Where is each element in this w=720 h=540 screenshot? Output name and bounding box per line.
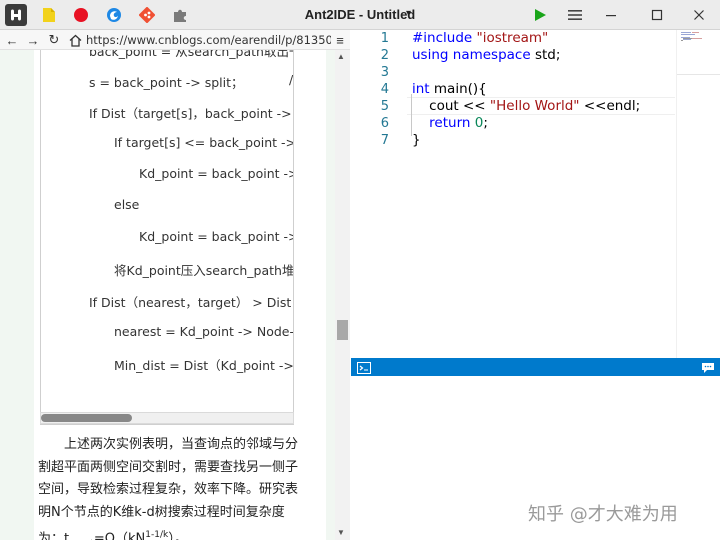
code-line: If target[s] <= back_point -> Nod: [114, 135, 293, 150]
code-comment-mark: /: [289, 72, 294, 87]
code-line: back_point = 从search_path取出一: [89, 50, 294, 59]
line-number: 6: [380, 116, 389, 131]
code-token: int: [412, 81, 434, 97]
code-token: "Hello World": [489, 98, 580, 114]
code-horizontal-scrollbar[interactable]: [40, 412, 294, 424]
minimap[interactable]: [676, 30, 720, 358]
home-icon[interactable]: [66, 31, 84, 49]
title-bar: Ant2IDE - Untitled ▾: [0, 0, 720, 30]
code-token: #include: [412, 30, 477, 46]
complexity-formula: 为：tworst=O（kN1-1/k）。: [38, 524, 300, 540]
code-line[interactable]: return 0;: [412, 115, 488, 131]
formula-suffix: ）。: [168, 531, 188, 540]
play-icon[interactable]: [527, 4, 553, 26]
code-line: Kd_point = back_point -> lef: [139, 229, 293, 244]
code-token: std;: [534, 47, 561, 63]
line-number: 1: [380, 31, 389, 46]
maximize-icon[interactable]: [644, 4, 670, 26]
formula-middle: =O（kN: [93, 531, 146, 540]
puzzle-icon[interactable]: [171, 6, 189, 24]
close-icon[interactable]: [686, 4, 712, 26]
formula-superscript: 1-1/k: [145, 530, 169, 540]
scroll-down-icon[interactable]: ▼: [337, 528, 345, 537]
forward-arrow-icon[interactable]: →: [24, 31, 42, 49]
code-scroll-thumb[interactable]: [41, 414, 132, 422]
code-token: return: [412, 115, 475, 131]
code-token: <<endl;: [579, 98, 641, 114]
minimap-preview: [681, 32, 702, 41]
watermark-text: 知乎 @才大难为用: [528, 504, 678, 525]
line-number: 4: [380, 82, 389, 97]
code-line: nearest = Kd_point -> Node-dat: [114, 324, 294, 339]
record-icon[interactable]: [72, 6, 90, 24]
code-line[interactable]: cout << "Hello World" <<endl;: [412, 98, 640, 114]
line-number: 2: [380, 48, 389, 63]
code-editor[interactable]: 1 2 3 4 5 6 7 #include "iostream" using …: [351, 30, 720, 358]
code-line[interactable]: }: [412, 132, 421, 148]
code-line: If Dist（target[s]，back_point -> Nod: [89, 106, 293, 121]
code-token: "iostream": [476, 30, 549, 46]
git-icon[interactable]: [138, 6, 156, 24]
browser-pane: ← → ↻ https://www.cnblogs.com/earendil/p…: [0, 30, 350, 540]
address-bar: ← → ↻ https://www.cnblogs.com/earendil/p…: [0, 30, 350, 50]
back-arrow-icon[interactable]: ←: [3, 31, 21, 49]
code-line: s = back_point -> split；: [89, 75, 244, 90]
pseudocode-block: back_point = 从search_path取出一 s = back_po…: [40, 50, 294, 425]
article-paragraph: 上述两次实例表明，当查询点的邻域与分 割超平面两侧空间交割时，需要查找另一侧子 …: [38, 434, 300, 540]
code-line: 将Kd_point压入search_path堆栈: [114, 263, 294, 278]
code-line: Min_dist = Dist（Kd_point -> No: [114, 358, 294, 373]
code-token: main(){: [433, 81, 487, 97]
line-number: 7: [380, 133, 389, 148]
title-dropdown-icon[interactable]: ▾: [406, 8, 411, 19]
code-line: If Dist（nearest，target） > Dist（Kd: [89, 295, 293, 310]
paragraph-line: 割超平面两侧空间交割时，需要查找另一侧子: [38, 459, 299, 475]
code-token: ;: [483, 115, 488, 131]
code-token: cout <<: [412, 98, 490, 114]
page-margin-right: [326, 50, 335, 540]
browser-vertical-scrollbar[interactable]: ▲ ▼: [335, 50, 350, 540]
browser-icon[interactable]: [105, 6, 123, 24]
article-view[interactable]: back_point = 从search_path取出一 s = back_po…: [0, 50, 335, 540]
code-line[interactable]: #include "iostream": [412, 30, 548, 46]
terminal-header: [351, 358, 720, 376]
browser-menu-icon[interactable]: ≡: [331, 31, 349, 49]
line-number: 5: [380, 99, 389, 114]
code-line[interactable]: using namespace std;: [412, 47, 560, 63]
page-margin-left: [0, 50, 34, 540]
paragraph-line: 空间，导致检索过程复杂，效率下降。研究表: [38, 482, 299, 497]
code-token: }: [412, 132, 421, 148]
paragraph-line: 明N个节点的K维k-d树搜索过程时间复杂度: [38, 504, 285, 520]
minimize-icon[interactable]: [598, 4, 624, 26]
code-token: using namespace: [412, 47, 535, 63]
minimap-viewport: [677, 74, 720, 75]
new-file-icon[interactable]: [40, 6, 58, 24]
code-line: else: [114, 197, 140, 212]
ant2ide-window: Ant2IDE - Untitled ▾ ← → ↻ https://www.c…: [0, 0, 720, 540]
hamburger-icon[interactable]: [562, 4, 588, 26]
browser-scroll-thumb[interactable]: [337, 320, 348, 340]
app-logo-icon[interactable]: [5, 4, 27, 26]
line-number: 3: [380, 65, 389, 80]
code-line: Kd_point = back_point -> rig: [139, 166, 293, 181]
code-line[interactable]: int main(){: [412, 81, 487, 97]
paragraph-line: 上述两次实例表明，当查询点的邻域与分: [64, 437, 299, 452]
scroll-up-icon[interactable]: ▲: [337, 52, 345, 61]
reload-icon[interactable]: ↻: [45, 31, 63, 49]
formula-prefix: 为：t: [38, 531, 70, 540]
url-field[interactable]: https://www.cnblogs.com/earendil/p/81350…: [86, 33, 331, 47]
